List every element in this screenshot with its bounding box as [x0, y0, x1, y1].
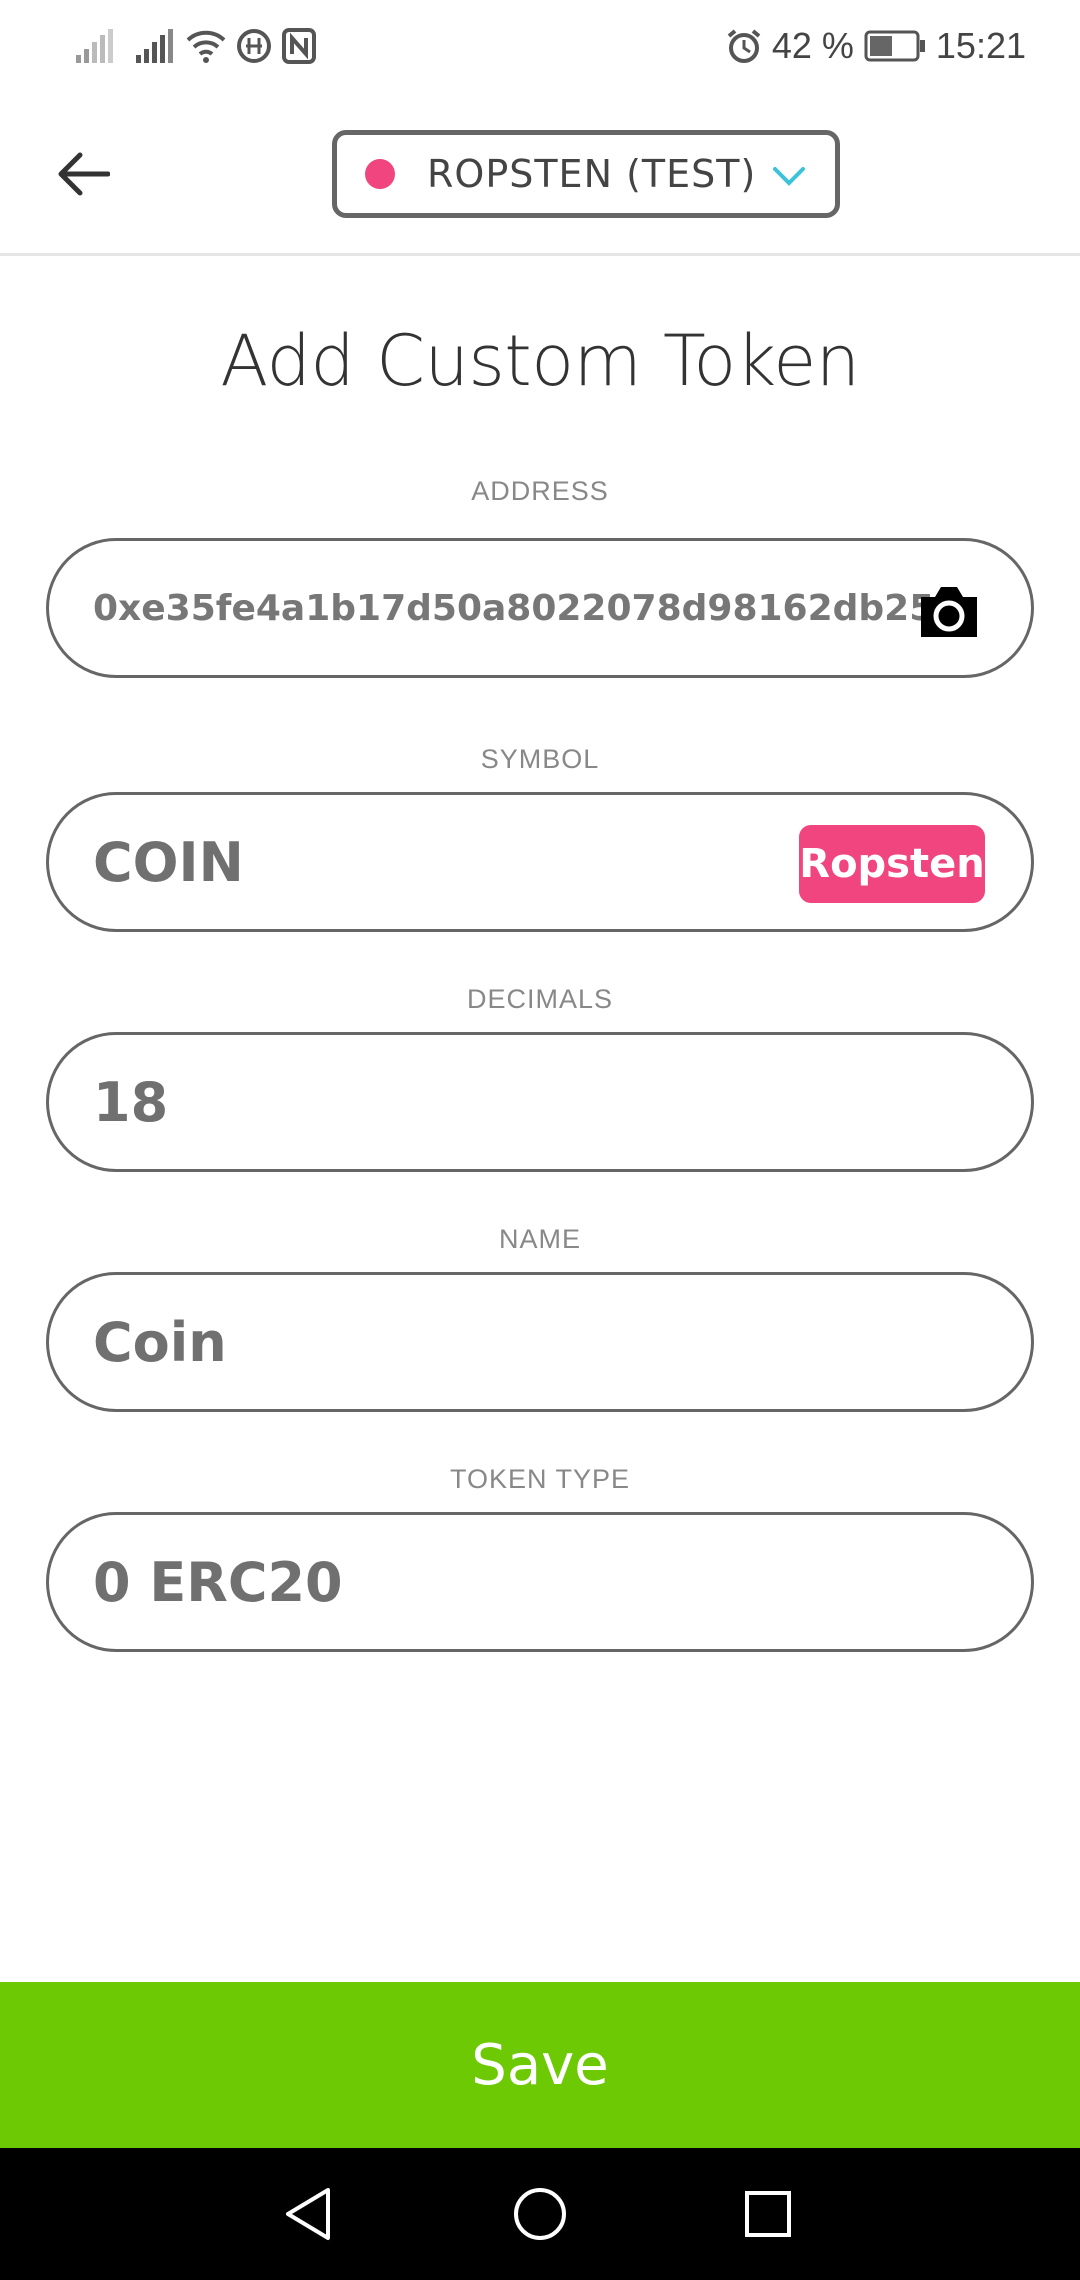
name-value: Coin — [93, 1310, 227, 1374]
address-value: 0xe35fe4a1b17d50a8022078d98162db25bc86 — [93, 587, 961, 629]
signal-icon — [136, 29, 173, 63]
arrow-left-icon — [58, 152, 110, 196]
network-status-dot — [365, 159, 395, 189]
clock: 15:21 — [935, 25, 1026, 66]
nav-home-button[interactable] — [504, 2178, 576, 2250]
address-field[interactable]: 0xe35fe4a1b17d50a8022078d98162db25bc86 — [46, 538, 1034, 678]
app-header: ROPSTEN (TEST) — [0, 92, 1080, 256]
status-icons-left — [76, 24, 316, 68]
decimals-field[interactable]: 18 — [46, 1032, 1034, 1172]
address-label: ADDRESS — [471, 476, 609, 506]
nav-back-button[interactable] — [272, 2178, 344, 2250]
system-nav-bar — [0, 2148, 1080, 2280]
signal-icon — [76, 29, 113, 63]
status-bar: 42 % 15:21 — [0, 0, 1080, 92]
back-button[interactable] — [46, 136, 122, 212]
name-field[interactable]: Coin — [46, 1272, 1034, 1412]
network-label: ROPSTEN (TEST) — [427, 152, 757, 196]
token-type-label: TOKEN TYPE — [449, 1464, 631, 1494]
status-icons-right: 42 % 15:21 — [726, 20, 1026, 72]
page-title: Add Custom Token — [220, 320, 860, 402]
symbol-field[interactable]: COIN Ropsten — [46, 792, 1034, 932]
data-saver-icon — [237, 29, 271, 63]
chevron-down-icon — [773, 167, 805, 186]
symbol-label: SYMBOL — [480, 744, 600, 774]
battery-icon — [864, 30, 925, 62]
name-label: NAME — [498, 1224, 581, 1254]
camera-icon[interactable] — [917, 583, 981, 639]
home-circle-icon — [514, 2188, 566, 2240]
alarm-icon — [727, 29, 761, 63]
save-button[interactable]: Save — [0, 1982, 1080, 2148]
back-triangle-icon — [286, 2188, 330, 2240]
recents-square-icon — [745, 2191, 791, 2237]
decimals-label: DECIMALS — [466, 984, 614, 1014]
wifi-icon — [186, 30, 226, 63]
battery-percent: 42 % — [771, 25, 854, 66]
token-type-field[interactable]: 0 ERC20 — [46, 1512, 1034, 1652]
token-type-value: 0 ERC20 — [93, 1550, 343, 1614]
nfc-icon — [282, 28, 316, 64]
decimals-value: 18 — [93, 1070, 169, 1134]
network-badge: Ropsten — [799, 825, 985, 903]
network-selector[interactable]: ROPSTEN (TEST) — [332, 130, 840, 218]
nav-recents-button[interactable] — [732, 2178, 804, 2250]
symbol-value: COIN — [93, 830, 244, 894]
